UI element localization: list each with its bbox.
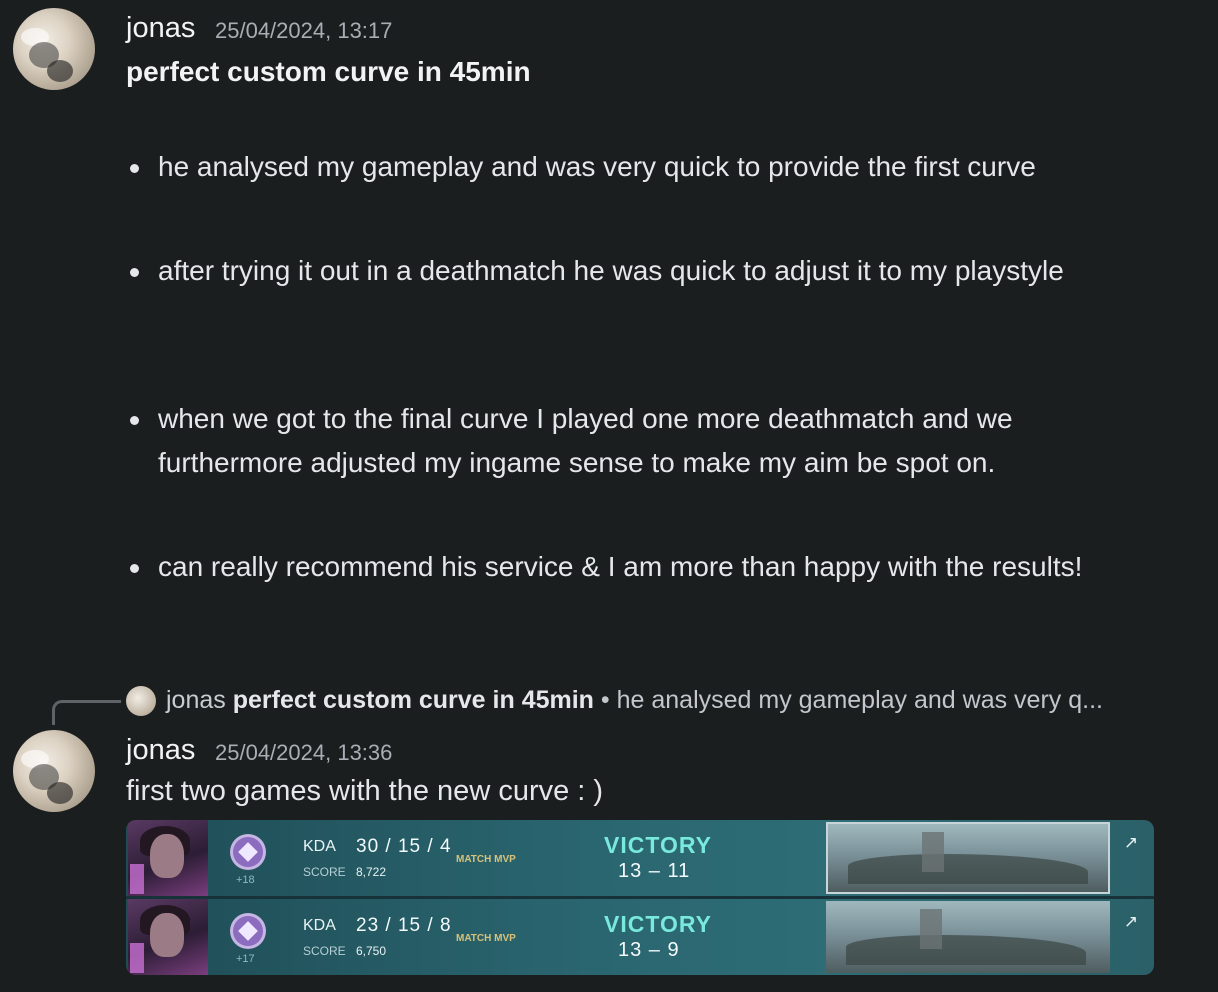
agent-portrait <box>128 820 208 896</box>
external-link-icon[interactable]: ↗ <box>1122 913 1140 931</box>
final-score: 13 – 9 <box>618 939 680 961</box>
user-avatar[interactable] <box>13 730 95 812</box>
kda-label: KDA <box>303 917 336 934</box>
bullet-item: he analysed my gameplay and was very qui… <box>124 145 1158 189</box>
match-row[interactable]: +18 KDA 30 / 15 / 4 SCORE 8,722 MATCH MV… <box>126 820 1154 896</box>
match-result: VICTORY <box>604 832 712 858</box>
message-text: first two games with the new curve : ) <box>126 775 604 807</box>
rr-change: +18 <box>236 874 255 886</box>
bullet-item: when we got to the final curve I played … <box>124 397 1158 485</box>
reply-preview[interactable]: jonas perfect custom curve in 45min • he… <box>166 686 1103 715</box>
reply-connector <box>52 700 121 725</box>
rr-change: +17 <box>236 953 255 965</box>
map-thumbnail <box>826 822 1110 894</box>
mvp-badge: MATCH MVP <box>456 933 516 944</box>
message-timestamp: 25/04/2024, 13:36 <box>215 740 393 765</box>
reply-avatar[interactable] <box>126 686 156 716</box>
score-value: 8,722 <box>356 865 387 879</box>
user-avatar[interactable] <box>13 8 95 90</box>
external-link-icon[interactable]: ↗ <box>1122 834 1140 852</box>
map-thumbnail <box>826 901 1110 973</box>
rank-icon <box>230 913 266 949</box>
bullet-dot-icon <box>130 268 139 277</box>
mvp-badge: MATCH MVP <box>456 854 516 865</box>
username[interactable]: jonas <box>126 12 195 45</box>
bullet-dot-icon <box>130 164 139 173</box>
reply-username[interactable]: jonas <box>166 686 226 714</box>
kda-value: 23 / 15 / 8 <box>356 915 452 936</box>
score-label: SCORE <box>303 944 346 958</box>
bullet-dot-icon <box>130 564 139 573</box>
score-value: 6,750 <box>356 944 387 958</box>
final-score: 13 – 11 <box>618 860 691 882</box>
bullet-item: can really recommend his service & I am … <box>124 545 1158 589</box>
bullet-item: after trying it out in a deathmatch he w… <box>124 249 1158 293</box>
score-label: SCORE <box>303 865 346 879</box>
username[interactable]: jonas <box>126 734 195 767</box>
match-history-image[interactable]: +18 KDA 30 / 15 / 4 SCORE 8,722 MATCH MV… <box>126 820 1154 975</box>
rank-icon <box>230 834 266 870</box>
match-result: VICTORY <box>604 911 712 937</box>
agent-portrait <box>128 899 208 975</box>
kda-label: KDA <box>303 838 336 855</box>
bullet-dot-icon <box>130 416 139 425</box>
reply-snippet: • he analysed my gameplay and was very q… <box>600 686 1103 714</box>
reply-title: perfect custom curve in 45min <box>232 686 594 714</box>
kda-value: 30 / 15 / 4 <box>356 836 452 857</box>
match-row[interactable]: +17 KDA 23 / 15 / 8 SCORE 6,750 MATCH MV… <box>126 899 1154 975</box>
message-title: perfect custom curve in 45min <box>126 56 531 87</box>
message-timestamp: 25/04/2024, 13:17 <box>215 18 393 43</box>
